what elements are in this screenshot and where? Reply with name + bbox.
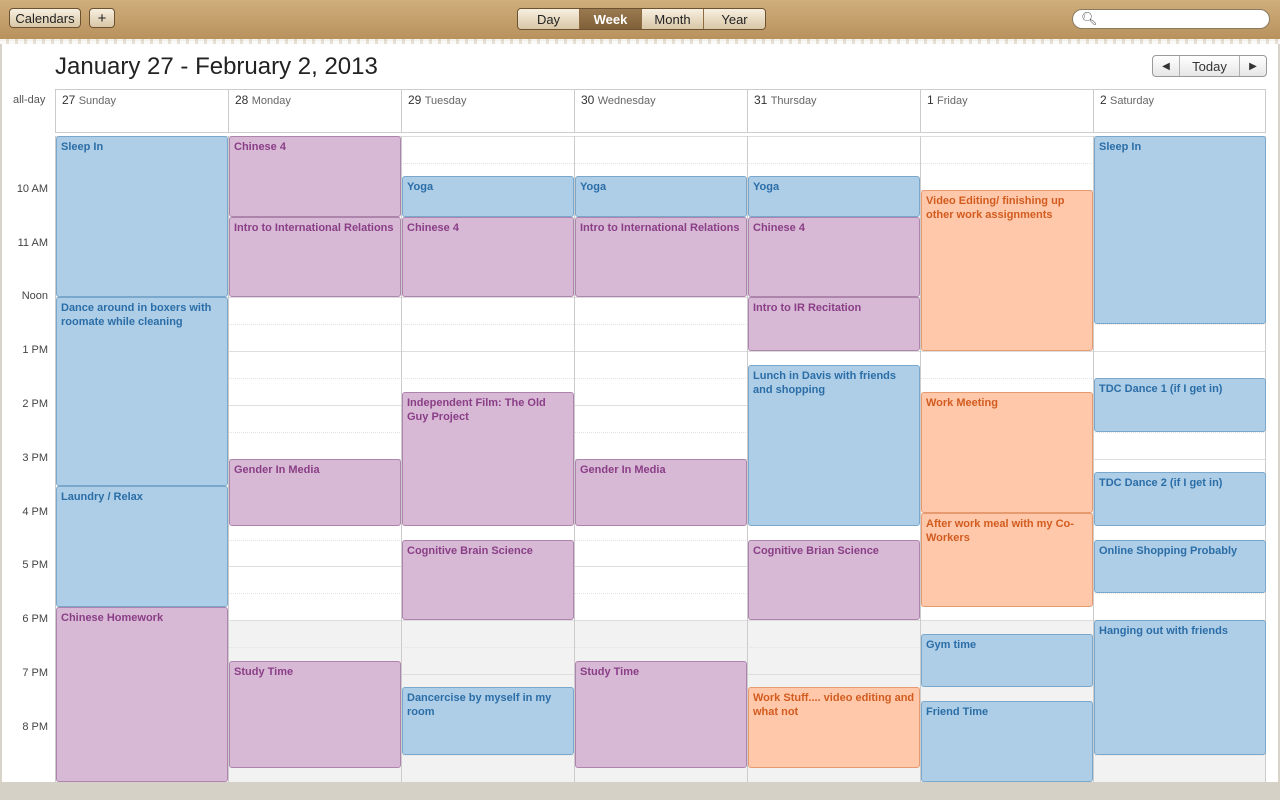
hour-label: 2 PM: [22, 398, 48, 410]
day-number: 2: [1100, 93, 1107, 107]
window-bottom-bar: [0, 782, 1280, 800]
day-header-thursday[interactable]: 31 Thursday: [747, 89, 920, 133]
calendar-event[interactable]: Gender In Media: [229, 458, 401, 527]
calendar-event[interactable]: Chinese 4: [229, 136, 401, 217]
calendar-event[interactable]: Friend Time: [921, 700, 1093, 782]
half-hour-line: [55, 378, 1266, 380]
calendar-event[interactable]: Chinese 4: [748, 216, 920, 298]
day-header-wednesday[interactable]: 30 Wednesday: [574, 89, 747, 133]
calendar-event[interactable]: Yoga: [748, 176, 920, 217]
calendar-event[interactable]: Yoga: [575, 176, 747, 217]
add-event-button[interactable]: +: [89, 8, 115, 28]
calendar-event[interactable]: Gender In Media: [575, 458, 747, 527]
hour-label: 6 PM: [22, 613, 48, 626]
calendar-event[interactable]: Intro to IR Recitation: [748, 297, 920, 352]
day-name: Tuesday: [424, 95, 467, 107]
calendar-event[interactable]: Video Editing/ finishing up other work a…: [921, 189, 1093, 352]
calendar-event[interactable]: Lunch in Davis with friends and shopping: [748, 364, 920, 527]
hour-line: [55, 351, 1266, 353]
calendar-event[interactable]: Work Stuff.... video editing and what no…: [748, 687, 920, 769]
day-header-label: 30 Wednesday: [581, 93, 656, 107]
day-header-tuesday[interactable]: 29 Tuesday: [401, 89, 574, 133]
hour-label: 4 PM: [22, 505, 48, 518]
day-name: Friday: [937, 95, 968, 107]
calendar-event[interactable]: Dancercise by myself in my room: [402, 687, 574, 755]
hour-label: 3 PM: [22, 451, 48, 464]
calendar-event[interactable]: Dance around in boxers with roomate whil…: [56, 297, 228, 486]
today-button[interactable]: Today: [1179, 56, 1240, 76]
date-navigation: ◀ Today ▶: [1152, 55, 1267, 77]
day-number: 30: [581, 93, 595, 107]
day-header-monday[interactable]: 28 Monday: [228, 89, 401, 133]
all-day-label: all-day: [13, 94, 46, 106]
calendar-event[interactable]: Chinese 4: [402, 216, 574, 298]
day-name: Wednesday: [597, 95, 656, 107]
toolbar: Calendars + Day Week Month Year 🔍︎: [0, 0, 1280, 44]
hour-label: 7 PM: [22, 667, 48, 679]
day-header-label: 29 Tuesday: [408, 93, 467, 107]
calendar-event[interactable]: Yoga: [402, 176, 574, 217]
view-switcher: Day Week Month Year: [517, 8, 766, 30]
day-number: 28: [235, 93, 249, 107]
calendar-event[interactable]: Study Time: [229, 660, 401, 769]
previous-week-button[interactable]: ◀: [1153, 56, 1179, 76]
view-month-button[interactable]: Month: [642, 9, 704, 29]
day-name: Monday: [251, 95, 291, 107]
day-number: 27: [62, 93, 76, 107]
day-name: Sunday: [78, 95, 117, 107]
calendar-event[interactable]: Sleep In: [1094, 136, 1266, 325]
day-number: 1: [927, 93, 934, 107]
view-day-button[interactable]: Day: [518, 9, 580, 29]
week-title: January 27 - February 2, 2013: [55, 53, 378, 80]
hour-label: 11 AM: [17, 236, 48, 249]
view-week-button[interactable]: Week: [580, 9, 642, 29]
calendar-event[interactable]: Laundry / Relax: [56, 485, 228, 607]
day-header-saturday[interactable]: 2 Saturday: [1093, 89, 1266, 133]
calendar-event[interactable]: TDC Dance 2 (if I get in): [1094, 472, 1266, 527]
calendar-event[interactable]: TDC Dance 1 (if I get in): [1094, 378, 1266, 432]
day-header-label: 28 Monday: [235, 93, 291, 107]
hour-label: Noon: [21, 290, 48, 303]
calendar-event[interactable]: Study Time: [575, 660, 747, 769]
hour-label: 10 AM: [16, 182, 48, 195]
calendar-event[interactable]: Independent Film: The Old Guy Project: [402, 391, 574, 527]
day-header-sunday[interactable]: 27 Sunday: [55, 89, 228, 133]
calendars-button[interactable]: Calendars: [9, 8, 81, 28]
search-input[interactable]: 🔍︎: [1072, 9, 1270, 29]
search-icon: 🔍︎: [1081, 11, 1098, 26]
view-year-button[interactable]: Year: [704, 9, 765, 29]
calendar-event[interactable]: Chinese Homework: [56, 606, 228, 782]
calendar-event[interactable]: Cognitive Brain Science: [402, 539, 574, 621]
calendar-event[interactable]: Work Meeting: [921, 391, 1093, 513]
day-header-label: 27 Sunday: [62, 93, 116, 107]
calendar-event[interactable]: Intro to International Relations: [575, 216, 747, 298]
calendar-event[interactable]: Sleep In: [56, 136, 228, 298]
day-header-label: 2 Saturday: [1100, 93, 1154, 107]
calendar-event[interactable]: Hanging out with friends: [1094, 620, 1266, 755]
day-name: Saturday: [1110, 95, 1155, 107]
day-header-label: 31 Thursday: [754, 93, 817, 107]
day-number: 31: [754, 93, 768, 107]
calendar-event[interactable]: Gym time: [921, 633, 1093, 688]
hour-label: 5 PM: [22, 559, 48, 572]
day-header-label: 1 Friday: [927, 93, 968, 107]
hour-label: 8 PM: [22, 720, 48, 733]
calendar-event[interactable]: Online Shopping Probably: [1094, 539, 1266, 594]
day-header-friday[interactable]: 1 Friday: [920, 89, 1093, 133]
day-name: Thursday: [770, 95, 817, 107]
calendar-event[interactable]: Intro to International Relations: [229, 216, 401, 298]
next-week-button[interactable]: ▶: [1240, 56, 1266, 76]
calendar-event[interactable]: After work meal with my Co-Workers: [921, 512, 1093, 607]
hour-line: [55, 620, 1266, 622]
day-number: 29: [408, 93, 422, 107]
hour-label: 1 PM: [22, 344, 48, 357]
calendar-event[interactable]: Cognitive Brian Science: [748, 539, 920, 621]
week-grid: Sleep In Dance around in boxers with room…: [55, 136, 1266, 782]
